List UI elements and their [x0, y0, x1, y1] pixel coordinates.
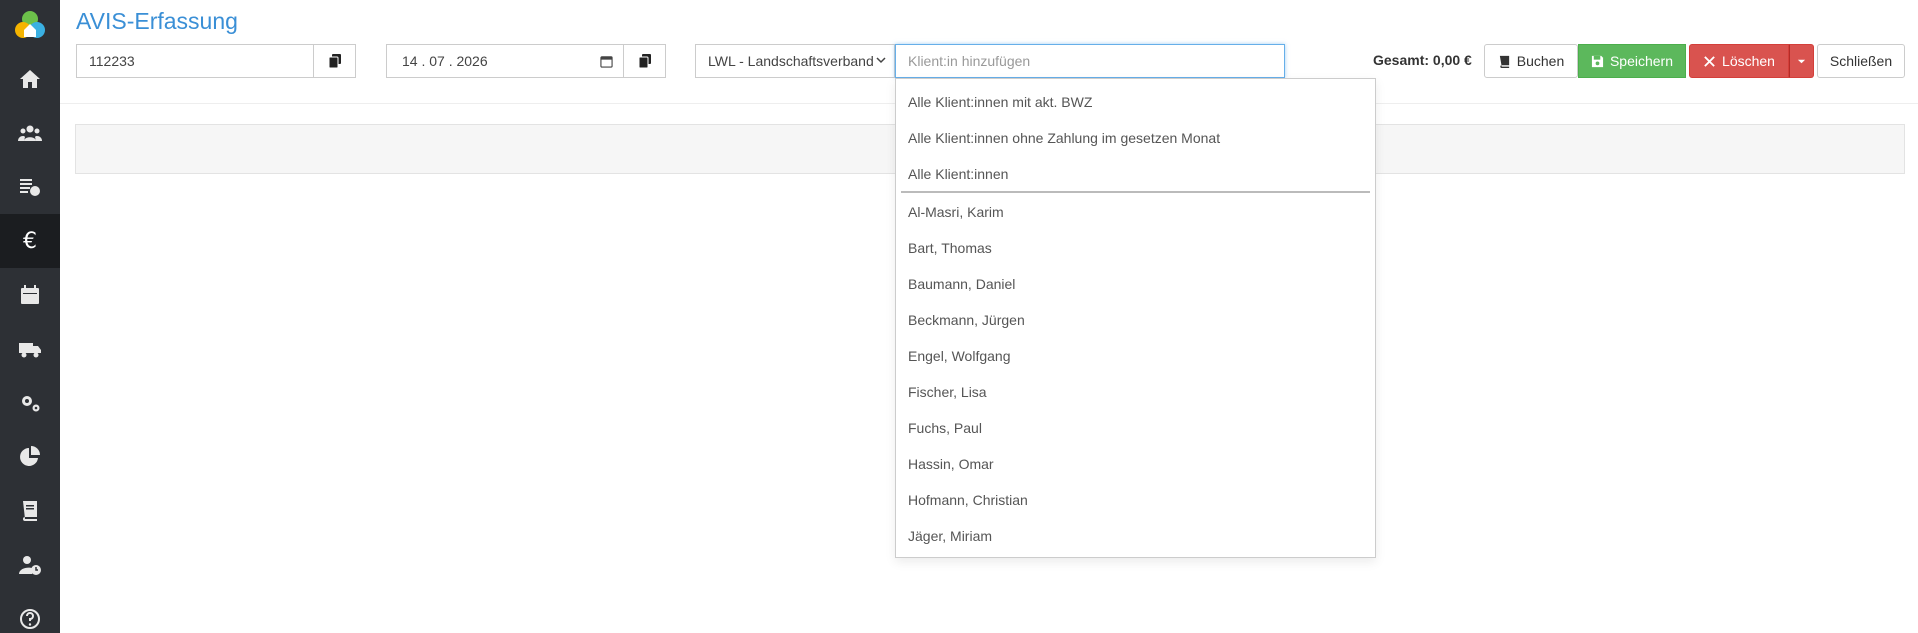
- user-clock-icon: [19, 556, 41, 575]
- sidebar-item-settings[interactable]: [0, 376, 60, 430]
- sidebar-item-staff-time[interactable]: [0, 538, 60, 592]
- delete-button[interactable]: Löschen: [1689, 44, 1789, 78]
- payer-select[interactable]: LWL - Landschaftsverband: [695, 44, 895, 78]
- users-icon: [18, 125, 42, 141]
- sidebar: €: [0, 0, 60, 633]
- page-title: AVIS-Erfassung: [76, 8, 238, 34]
- client-option[interactable]: Hassin, Omar: [908, 456, 994, 472]
- sidebar-item-clients[interactable]: [0, 106, 60, 160]
- dropdown-divider: [901, 191, 1370, 193]
- calendar-icon[interactable]: [600, 55, 613, 68]
- sidebar-item-transport[interactable]: [0, 322, 60, 376]
- invoice-icon: [20, 179, 40, 196]
- book-button-label: Buchen: [1516, 53, 1565, 69]
- copy-number-button[interactable]: [313, 44, 356, 78]
- caret-down-icon: [1797, 59, 1806, 63]
- help-icon: [20, 609, 40, 629]
- dropdown-option[interactable]: Alle Klient:innen mit akt. BWZ: [908, 94, 1092, 110]
- dropdown-option[interactable]: Alle Klient:innen ohne Zahlung im gesetz…: [908, 130, 1220, 146]
- chevron-down-icon: [876, 57, 886, 64]
- client-option[interactable]: Engel, Wolfgang: [908, 348, 1010, 364]
- app-logo[interactable]: [12, 8, 48, 44]
- floppy-icon: [1591, 55, 1604, 67]
- client-option[interactable]: Fischer, Lisa: [908, 384, 987, 400]
- cogs-icon: [22, 396, 40, 412]
- copy-icon: [328, 54, 341, 68]
- home-icon: [20, 70, 40, 88]
- client-option[interactable]: Jäger, Miriam: [908, 528, 992, 544]
- calendar-icon: [21, 285, 39, 304]
- close-button-label: Schließen: [1829, 53, 1893, 69]
- client-dropdown: Alle Klient:innen mit akt. BWZ Alle Klie…: [895, 78, 1376, 558]
- book-icon: [23, 501, 37, 521]
- total-amount: Gesamt: 0,00 €: [1373, 52, 1472, 68]
- delete-options-button[interactable]: [1789, 44, 1814, 78]
- sidebar-item-calendar[interactable]: [0, 268, 60, 322]
- delete-button-label: Löschen: [1722, 53, 1775, 69]
- sidebar-item-home[interactable]: [0, 52, 60, 106]
- client-option[interactable]: Bart, Thomas: [908, 240, 992, 256]
- payer-select-value: LWL - Landschaftsverband: [708, 53, 874, 69]
- book-button[interactable]: Buchen: [1484, 44, 1578, 78]
- save-button-label: Speichern: [1609, 53, 1674, 69]
- book-icon: [1499, 55, 1509, 68]
- copy-date-button[interactable]: [623, 44, 666, 78]
- client-search-input[interactable]: [895, 44, 1285, 78]
- sidebar-item-statistics[interactable]: [0, 430, 60, 484]
- sidebar-item-documents[interactable]: [0, 484, 60, 538]
- date-field[interactable]: 14 . 07 . 2026: [386, 44, 624, 78]
- client-option[interactable]: Al-Masri, Karim: [908, 204, 1004, 220]
- date-value: 14 . 07 . 2026: [402, 53, 488, 69]
- sidebar-item-help[interactable]: [0, 592, 60, 633]
- sidebar-item-payments[interactable]: €: [0, 214, 60, 268]
- sidebar-item-invoices[interactable]: [0, 160, 60, 214]
- dropdown-option[interactable]: Alle Klient:innen: [908, 166, 1008, 182]
- client-option[interactable]: Hofmann, Christian: [908, 492, 1028, 508]
- client-option[interactable]: Beckmann, Jürgen: [908, 312, 1025, 328]
- copy-icon: [638, 54, 651, 68]
- close-icon: [1704, 55, 1715, 67]
- client-option[interactable]: Fuchs, Paul: [908, 420, 982, 436]
- close-button[interactable]: Schließen: [1817, 44, 1905, 78]
- euro-icon: €: [23, 228, 37, 254]
- truck-icon: [19, 343, 41, 358]
- client-option[interactable]: Baumann, Daniel: [908, 276, 1015, 292]
- save-button[interactable]: Speichern: [1578, 44, 1686, 78]
- pie-chart-icon: [20, 446, 40, 466]
- avis-number-field[interactable]: 112233: [76, 44, 314, 78]
